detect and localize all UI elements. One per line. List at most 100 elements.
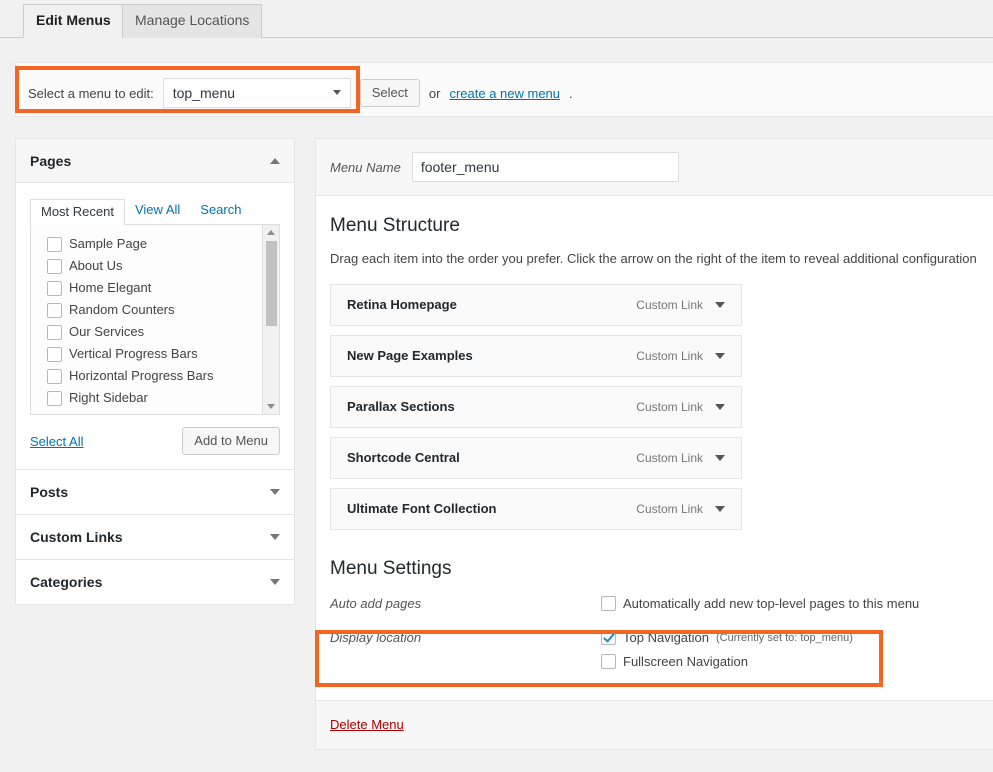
menu-item-title: Ultimate Font Collection — [331, 501, 636, 516]
tab-manage-locations[interactable]: Manage Locations — [122, 4, 262, 38]
list-item-label: Horizontal Progress Bars — [69, 367, 214, 385]
tab-bar: Edit Menus Manage Locations — [0, 0, 993, 38]
menu-name-label: Menu Name — [330, 160, 401, 175]
checkbox-vertical-progress-bars[interactable] — [47, 347, 62, 362]
panel-posts-title: Posts — [30, 484, 68, 500]
create-new-menu-link[interactable]: create a new menu — [449, 86, 560, 101]
panel-categories-header[interactable]: Categories — [16, 560, 294, 604]
menu-items-list: Retina Homepage Custom Link New Page Exa… — [330, 284, 979, 530]
pages-checkbox-list[interactable]: Sample Page About Us Home Elegant Random… — [30, 225, 280, 415]
checkbox-random-counters[interactable] — [47, 303, 62, 318]
list-item[interactable]: Vertical Progress Bars — [31, 343, 279, 365]
menu-item-type: Custom Link — [636, 400, 715, 414]
list-item[interactable]: Our Services — [31, 321, 279, 343]
list-item[interactable]: Random Counters — [31, 299, 279, 321]
auto-add-pages-label: Auto add pages — [330, 594, 601, 614]
chevron-down-icon[interactable] — [715, 455, 725, 461]
display-location-row: Display location Top Navigation (Current… — [330, 624, 979, 680]
tab-search[interactable]: Search — [190, 198, 251, 224]
menu-structure-description: Drag each item into the order you prefer… — [330, 251, 979, 266]
list-item[interactable]: Home Elegant — [31, 277, 279, 299]
checkbox-our-services[interactable] — [47, 325, 62, 340]
scroll-up-arrow-icon[interactable] — [267, 230, 275, 235]
checkbox-sample-page[interactable] — [47, 237, 62, 252]
add-to-menu-button[interactable]: Add to Menu — [182, 427, 280, 455]
checkbox-fullscreen-navigation[interactable] — [601, 654, 616, 669]
list-item-label: Vertical Progress Bars — [69, 345, 198, 363]
auto-add-pages-field: Automatically add new top-level pages to… — [601, 594, 979, 618]
chevron-up-icon[interactable] — [270, 158, 280, 164]
menu-item-title: New Page Examples — [331, 348, 636, 363]
pages-panel-actions: Select All Add to Menu — [30, 415, 280, 455]
menu-item-row[interactable]: New Page Examples Custom Link — [330, 335, 742, 377]
checkbox-right-sidebar[interactable] — [47, 391, 62, 406]
list-item[interactable]: Right Sidebar — [31, 387, 279, 409]
display-location-field: Top Navigation (Currently set to: top_me… — [601, 628, 979, 676]
checkbox-about-us[interactable] — [47, 259, 62, 274]
chevron-down-icon[interactable] — [715, 404, 725, 410]
checkbox-auto-add-pages[interactable] — [601, 596, 616, 611]
panel-pages-header[interactable]: Pages — [16, 139, 294, 183]
menu-item-row[interactable]: Parallax Sections Custom Link — [330, 386, 742, 428]
menu-structure-section: Menu Structure Drag each item into the o… — [316, 196, 993, 680]
auto-add-pages-row: Auto add pages Automatically add new top… — [330, 590, 979, 624]
list-item[interactable]: Sample Page — [31, 233, 279, 255]
pages-tab-list: Most Recent View All Search — [30, 197, 280, 225]
delete-menu-link[interactable]: Delete Menu — [330, 717, 404, 732]
menu-item-row[interactable]: Shortcode Central Custom Link — [330, 437, 742, 479]
select-button[interactable]: Select — [360, 79, 420, 107]
chevron-down-icon[interactable] — [270, 534, 280, 540]
menu-item-title: Parallax Sections — [331, 399, 636, 414]
menu-select-value: top_menu — [173, 85, 235, 101]
panel-custom-links: Custom Links — [15, 515, 295, 560]
chevron-down-icon — [333, 90, 341, 95]
menu-selector-row: Select a menu to edit: top_menu Select o… — [28, 78, 573, 108]
list-item[interactable]: Horizontal Progress Bars — [31, 365, 279, 387]
menu-item-row[interactable]: Ultimate Font Collection Custom Link — [330, 488, 742, 530]
panel-pages-title: Pages — [30, 153, 71, 169]
list-item-label: Home Elegant — [69, 279, 151, 297]
checkbox-home-elegant[interactable] — [47, 281, 62, 296]
checkbox-top-navigation[interactable] — [601, 630, 616, 645]
list-item-label: Random Counters — [69, 301, 175, 319]
panel-categories-title: Categories — [30, 574, 102, 590]
menu-name-bar: Menu Name — [316, 139, 993, 196]
menu-edit-column: Menu Name Menu Structure Drag each item … — [315, 138, 993, 750]
add-menu-items-column: Pages Most Recent View All Search Sample… — [15, 138, 295, 605]
list-item-label: Our Services — [69, 323, 144, 341]
panel-posts-header[interactable]: Posts — [16, 470, 294, 514]
chevron-down-icon[interactable] — [715, 353, 725, 359]
list-item-label: About Us — [69, 257, 122, 275]
tab-most-recent[interactable]: Most Recent — [30, 199, 125, 225]
auto-add-pages-checkbox-row[interactable]: Automatically add new top-level pages to… — [601, 594, 979, 618]
chevron-down-icon[interactable] — [270, 489, 280, 495]
or-text: or — [429, 86, 441, 101]
select-menu-label: Select a menu to edit: — [28, 86, 154, 101]
pages-list-scrollbar[interactable] — [262, 225, 279, 414]
menu-item-type: Custom Link — [636, 349, 715, 363]
location-fullscreen-navigation-row[interactable]: Fullscreen Navigation — [601, 652, 979, 676]
menu-name-input[interactable] — [412, 152, 679, 182]
scroll-down-arrow-icon[interactable] — [267, 404, 275, 409]
panel-custom-links-title: Custom Links — [30, 529, 123, 545]
panel-posts: Posts — [15, 470, 295, 515]
menu-item-row[interactable]: Retina Homepage Custom Link — [330, 284, 742, 326]
tab-view-all[interactable]: View All — [125, 198, 190, 224]
select-all-link[interactable]: Select All — [30, 434, 83, 449]
auto-add-pages-checkbox-label: Automatically add new top-level pages to… — [623, 595, 919, 613]
checkbox-horizontal-progress-bars[interactable] — [47, 369, 62, 384]
tab-edit-menus[interactable]: Edit Menus — [23, 4, 124, 38]
chevron-down-icon[interactable] — [270, 579, 280, 585]
chevron-down-icon[interactable] — [715, 302, 725, 308]
panel-custom-links-header[interactable]: Custom Links — [16, 515, 294, 559]
chevron-down-icon[interactable] — [715, 506, 725, 512]
scrollbar-thumb[interactable] — [266, 241, 277, 326]
list-item[interactable]: About Us — [31, 255, 279, 277]
panel-pages: Pages Most Recent View All Search Sample… — [15, 138, 295, 470]
menu-select-dropdown[interactable]: top_menu — [163, 78, 351, 108]
list-item-label: Sample Page — [69, 235, 147, 253]
menu-item-type: Custom Link — [636, 451, 715, 465]
location-top-navigation-row[interactable]: Top Navigation (Currently set to: top_me… — [601, 628, 979, 652]
panel-pages-body: Most Recent View All Search Sample Page … — [16, 183, 294, 469]
menu-item-type: Custom Link — [636, 502, 715, 516]
